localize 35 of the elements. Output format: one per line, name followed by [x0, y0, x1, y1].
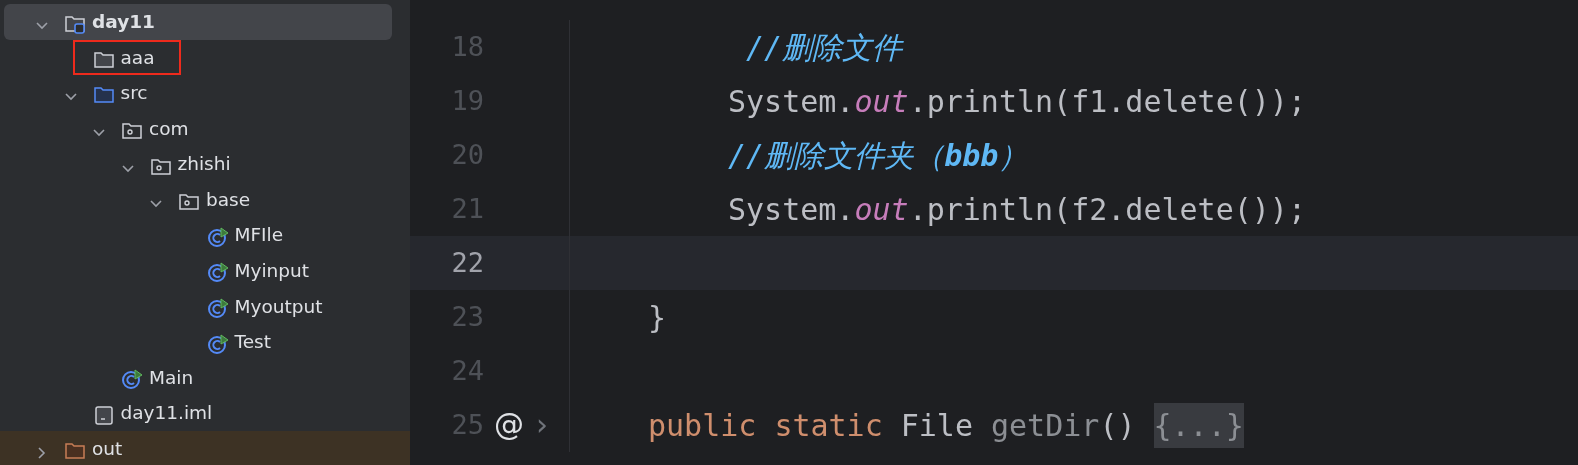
code-token: out: [854, 82, 909, 121]
tree-item-label[interactable]: zhishi: [177, 150, 231, 179]
tree-item-label[interactable]: com: [149, 114, 189, 143]
code-token: System.: [728, 190, 855, 229]
tree-item-label[interactable]: Main: [149, 363, 194, 392]
code-token: .println(f1.delete());: [908, 82, 1306, 121]
tree-item-label[interactable]: Myinput: [234, 257, 309, 285]
line-number: 22: [450, 245, 484, 280]
class-icon: [206, 295, 229, 318]
code-token: File: [900, 406, 973, 445]
code-token: getDir: [991, 406, 1100, 445]
code-token: //删除文件夹（bbb）: [728, 136, 1029, 175]
tree-item-label[interactable]: Myoutput: [234, 292, 323, 321]
tree-item-label[interactable]: aaa: [120, 43, 155, 72]
annotation-marker[interactable]: @: [494, 410, 524, 440]
code-token: (): [1099, 406, 1136, 445]
tree-item-label[interactable]: base: [206, 185, 251, 214]
code-token: }: [648, 298, 667, 337]
code-token: static: [774, 406, 883, 445]
code-token: .println(f2.delete());: [908, 190, 1306, 229]
class-icon: [121, 366, 143, 389]
code-token: System.: [728, 82, 855, 121]
code-token: out: [854, 190, 909, 229]
tree-item-label[interactable]: day11.iml: [120, 399, 213, 428]
tree-item-label[interactable]: MFIle: [234, 221, 284, 250]
code-token: public: [648, 406, 757, 445]
tree-item-label[interactable]: day11: [92, 7, 155, 36]
tree-item-label[interactable]: src: [120, 79, 148, 107]
class-icon: [206, 224, 229, 247]
code-token: {...}: [1153, 402, 1244, 448]
class-icon: [206, 259, 229, 282]
tree-item-label[interactable]: out: [92, 435, 123, 463]
class-icon: [206, 331, 229, 354]
code-token: //删除文件: [746, 28, 903, 67]
tree-item-label[interactable]: Test: [234, 328, 271, 356]
